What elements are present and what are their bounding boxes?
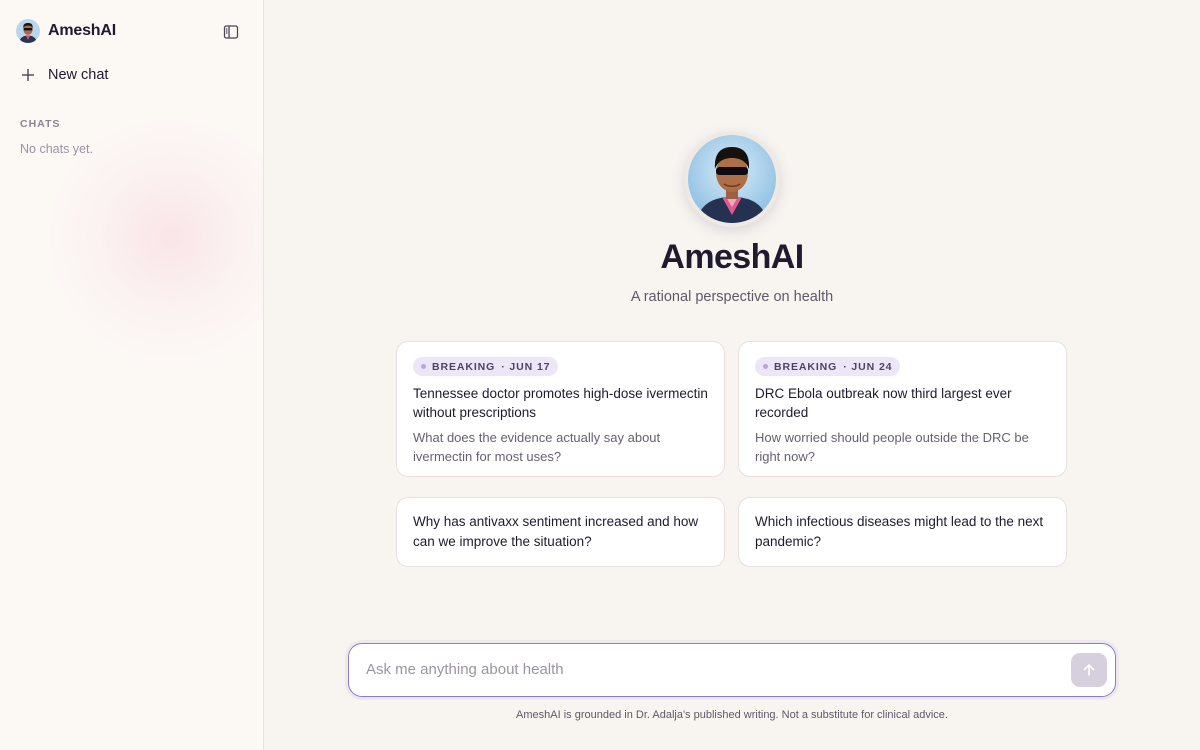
card-title: DRC Ebola outbreak now third largest eve… (755, 386, 1012, 420)
brand: AmeshAI (16, 19, 116, 43)
brand-name: AmeshAI (48, 22, 116, 39)
badge-dot-icon (421, 364, 426, 369)
sidebar-toggle-icon (223, 25, 239, 39)
badge-dot-icon (763, 364, 768, 369)
disclaimer: AmeshAI is grounded in Dr. Adalja's publ… (516, 709, 948, 721)
card-prompt: Why has antivaxx sentiment increased and… (413, 514, 699, 549)
new-chat-button[interactable]: New chat (20, 67, 108, 83)
page-title: AmeshAI (660, 238, 804, 276)
avatar (16, 19, 40, 43)
sidebar: AmeshAI New chat CHATS No chats yet. (0, 0, 264, 750)
plus-icon (22, 69, 34, 81)
new-chat-label: New chat (48, 67, 109, 83)
card-prompt: Which infectious diseases might lead to … (755, 514, 1044, 549)
chats-section-heading: CHATS (20, 118, 61, 130)
suggestion-card[interactable]: BREAKING · JUN 17 Tennessee doctor promo… (396, 341, 725, 477)
breaking-badge: BREAKING · JUN 24 (755, 357, 901, 376)
card-title: Tennessee doctor promotes high-dose iver… (413, 386, 708, 420)
arrow-up-icon (1083, 664, 1095, 676)
suggestion-card[interactable]: Why has antivaxx sentiment increased and… (396, 497, 725, 567)
hero-avatar (684, 131, 780, 227)
badge-label: BREAKING (774, 360, 838, 373)
suggestion-card[interactable]: BREAKING · JUN 24 DRC Ebola outbreak now… (738, 341, 1067, 477)
breaking-badge: BREAKING · JUN 17 (413, 357, 559, 376)
chat-input[interactable] (366, 644, 1056, 695)
badge-label: BREAKING (432, 360, 496, 373)
page-subtitle: A rational perspective on health (630, 289, 834, 305)
badge-date: · JUN 17 (501, 360, 551, 373)
chats-empty-state: No chats yet. (20, 142, 93, 156)
chat-composer (348, 643, 1116, 697)
card-description: What does the evidence actually say abou… (413, 430, 661, 464)
badge-date: · JUN 24 (843, 360, 893, 373)
send-button[interactable] (1071, 653, 1107, 687)
card-description: How worried should people outside the DR… (755, 430, 1029, 464)
suggestion-card[interactable]: Which infectious diseases might lead to … (738, 497, 1067, 567)
sidebar-toggle-button[interactable] (221, 22, 241, 42)
